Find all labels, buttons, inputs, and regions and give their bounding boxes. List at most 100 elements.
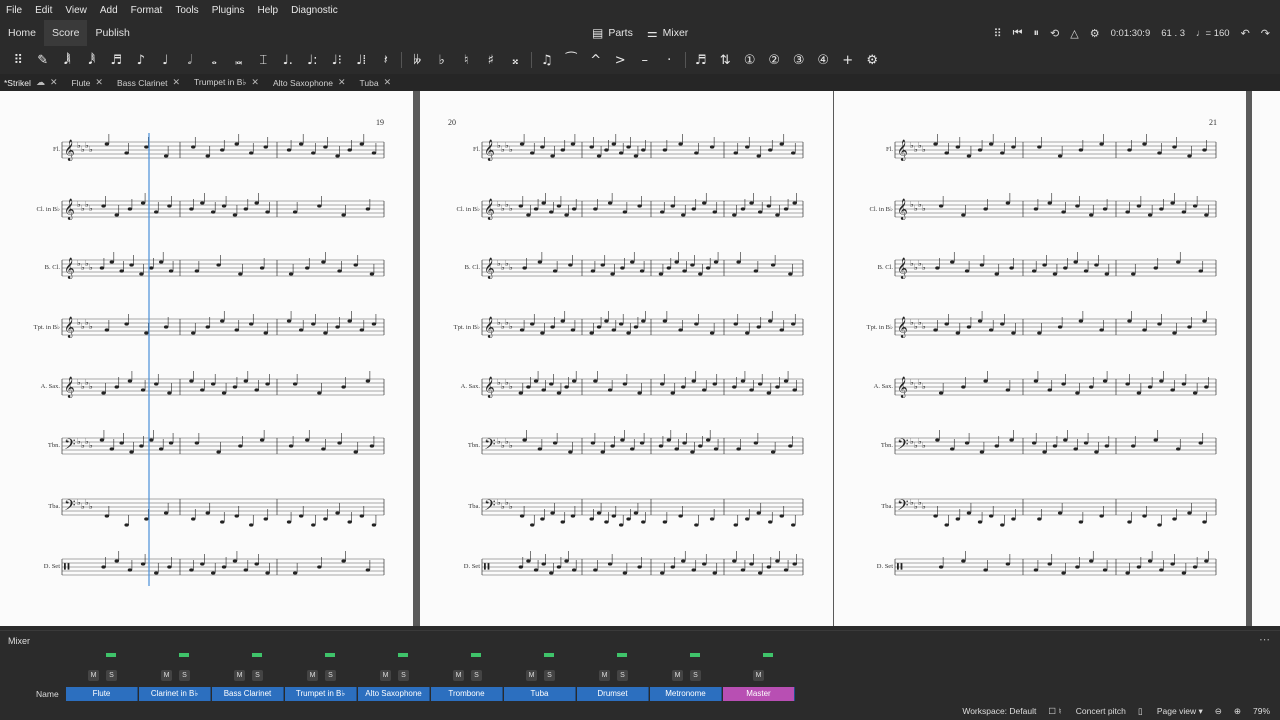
mute-button[interactable]: M xyxy=(380,670,391,681)
tuplet-icon[interactable]: ♬ xyxy=(689,53,714,68)
mute-button[interactable]: M xyxy=(453,670,464,681)
solo-button[interactable]: S xyxy=(398,670,409,681)
longa-icon[interactable]: ⌶ xyxy=(251,53,276,68)
parts-button[interactable]: ▤ Parts xyxy=(592,26,633,40)
metronome-toggle-icon[interactable]: △ xyxy=(1070,27,1078,40)
mute-button[interactable]: M xyxy=(161,670,172,681)
menu-format[interactable]: Format xyxy=(131,5,163,16)
menu-add[interactable]: Add xyxy=(100,5,118,16)
menu-diagnostic[interactable]: Diagnostic xyxy=(291,5,338,16)
mute-button[interactable]: M xyxy=(234,670,245,681)
channel-name[interactable]: Trombone xyxy=(431,687,503,701)
customize-toolbar-icon[interactable]: ⚙ xyxy=(860,53,885,68)
accent-icon[interactable]: > xyxy=(608,53,633,68)
doc-tab-bass-clarinet[interactable]: Bass Clarinet ✕ xyxy=(117,77,180,88)
solo-button[interactable]: S xyxy=(544,670,555,681)
augmentation-dot-icon[interactable]: ♩. xyxy=(276,53,301,68)
solo-button[interactable]: S xyxy=(690,670,701,681)
menu-plugins[interactable]: Plugins xyxy=(212,5,245,16)
close-icon[interactable]: ✕ xyxy=(95,77,103,88)
sixteenth-note-icon[interactable]: ♬ xyxy=(104,53,129,68)
double-dot-icon[interactable]: ♩: xyxy=(300,53,325,68)
double-sharp-icon[interactable]: 𝄪 xyxy=(503,53,528,68)
mixer-button[interactable]: ⚌ Mixer xyxy=(647,26,688,40)
mute-button[interactable]: M xyxy=(88,670,99,681)
marcato-icon[interactable]: ^ xyxy=(584,53,609,68)
solo-button[interactable]: S xyxy=(471,670,482,681)
zoom-level[interactable]: 79% xyxy=(1253,706,1270,716)
channel-name[interactable]: Metronome xyxy=(650,687,722,701)
eighth-note-icon[interactable]: ♪ xyxy=(129,53,154,68)
channel-name[interactable]: Flute xyxy=(66,687,138,701)
solo-button[interactable]: S xyxy=(252,670,263,681)
close-icon[interactable]: ✕ xyxy=(50,77,58,88)
rest-icon[interactable]: 𝄽 xyxy=(374,53,399,68)
doc-tab-flute[interactable]: Flute ✕ xyxy=(71,77,102,88)
undo-icon[interactable]: ↶ xyxy=(1241,27,1250,40)
mute-button[interactable]: M xyxy=(599,670,610,681)
channel-name[interactable]: Tuba xyxy=(504,687,576,701)
score-canvas[interactable]: 19 𝄞 ♭ ♭ ♭ ♭ 𝄞 ♭ ♭ ♭ ♭ 𝄞 ♭ ♭ ♭ ♭ 𝄞 ♭ ♭ ♭ ♭ 𝄞 ♭ ♭ ♭ ♭ 𝄢 ♭ ♭ ♭ ♭ 𝄢 ♭ ♭ ♭ ♭ 𝄥 F… xyxy=(0,91,1280,626)
loop-icon[interactable]: ⟲ xyxy=(1050,27,1059,40)
voice-1-icon[interactable]: ① xyxy=(738,53,763,68)
doc-tab-alto-sax[interactable]: Alto Saxophone ✕ xyxy=(273,77,346,88)
flat-icon[interactable]: ♭ xyxy=(430,53,455,68)
doc-tab-trumpet[interactable]: Trumpet in B♭ ✕ xyxy=(194,77,259,88)
channel-name[interactable]: Master xyxy=(723,687,795,701)
thirty-second-note-icon[interactable]: 𝅘𝅥𝅱 xyxy=(80,53,105,68)
solo-button[interactable]: S xyxy=(617,670,628,681)
redo-icon[interactable]: ↷ xyxy=(1261,27,1270,40)
zoom-out-icon[interactable]: ⊖ xyxy=(1215,706,1222,717)
channel-name[interactable]: Drumset xyxy=(577,687,649,701)
zoom-in-icon[interactable]: ⊕ xyxy=(1234,706,1241,717)
concert-pitch-toggle[interactable]: ☐ ♮ Concert pitch xyxy=(1048,706,1125,717)
score-page[interactable]: 21 𝄞 ♭ ♭ ♭ ♭ 𝄞 ♭ ♭ ♭ ♭ 𝄞 ♭ ♭ ♭ ♭ 𝄞 ♭ ♭ ♭ ♭ 𝄞 ♭ ♭ ♭ ♭ 𝄢 ♭ ♭ ♭ ♭ 𝄢 ♭ ♭ ♭ ♭ 𝄥 F… xyxy=(834,91,1246,626)
channel-name[interactable]: Trumpet in B♭ xyxy=(285,687,357,701)
tab-score[interactable]: Score xyxy=(44,20,88,46)
rewind-icon[interactable]: ⏮ xyxy=(1013,27,1023,40)
tie-icon[interactable]: ♫ xyxy=(535,53,560,68)
doc-tab-score[interactable]: *Strikel ☁ ✕ xyxy=(4,77,57,88)
channel-name[interactable]: Clarinet in B♭ xyxy=(139,687,211,701)
score-page[interactable]: 19 𝄞 ♭ ♭ ♭ ♭ 𝄞 ♭ ♭ ♭ ♭ 𝄞 ♭ ♭ ♭ ♭ 𝄞 ♭ ♭ ♭ ♭ 𝄞 ♭ ♭ ♭ ♭ 𝄢 ♭ ♭ ♭ ♭ 𝄢 ♭ ♭ ♭ ♭ 𝄥 F… xyxy=(0,91,413,626)
menu-tools[interactable]: Tools xyxy=(175,5,198,16)
double-flat-icon[interactable]: 𝄫 xyxy=(405,53,430,68)
close-icon[interactable]: ✕ xyxy=(251,77,259,88)
playback-settings-icon[interactable]: ⚙ xyxy=(1090,27,1100,40)
natural-icon[interactable]: ♮ xyxy=(454,53,479,68)
add-icon[interactable]: + xyxy=(836,53,861,68)
mute-button[interactable]: M xyxy=(526,670,537,681)
sixty-fourth-note-icon[interactable]: 𝅘𝅥𝅲 xyxy=(55,53,80,68)
flip-direction-icon[interactable]: ⇅ xyxy=(713,53,738,68)
quarter-note-icon[interactable]: ♩ xyxy=(153,53,178,68)
breve-icon[interactable]: 𝅜 xyxy=(227,53,252,68)
staccato-icon[interactable]: · xyxy=(657,53,682,68)
quadruple-dot-icon[interactable]: ♩⁞ xyxy=(349,53,374,68)
sharp-icon[interactable]: ♯ xyxy=(479,53,504,68)
tenuto-icon[interactable]: – xyxy=(633,53,658,68)
page-view-selector[interactable]: ▯ Page view ▾ xyxy=(1138,706,1203,717)
tab-home[interactable]: Home xyxy=(0,20,44,46)
voice-3-icon[interactable]: ③ xyxy=(787,53,812,68)
play-pause-icon[interactable]: ⏸ xyxy=(1034,27,1040,40)
mute-button[interactable]: M xyxy=(307,670,318,681)
channel-name[interactable]: Bass Clarinet xyxy=(212,687,284,701)
doc-tab-tuba[interactable]: Tuba ✕ xyxy=(360,77,392,88)
voice-4-icon[interactable]: ④ xyxy=(811,53,836,68)
more-options-icon[interactable]: ⋯ xyxy=(1259,633,1270,646)
menu-edit[interactable]: Edit xyxy=(35,5,52,16)
menu-help[interactable]: Help xyxy=(258,5,279,16)
score-page[interactable]: 20 𝄞 ♭ ♭ ♭ ♭ 𝄞 ♭ ♭ ♭ ♭ 𝄞 ♭ ♭ ♭ ♭ 𝄞 ♭ ♭ ♭ ♭ 𝄞 ♭ ♭ ♭ ♭ 𝄢 ♭ ♭ ♭ ♭ 𝄢 ♭ ♭ ♭ ♭ 𝄥 F… xyxy=(420,91,833,626)
menu-view[interactable]: View xyxy=(65,5,87,16)
mute-button[interactable]: M xyxy=(753,670,764,681)
half-note-icon[interactable]: 𝅗𝅥 xyxy=(178,53,203,68)
triple-dot-icon[interactable]: ♩⁝ xyxy=(325,53,350,68)
solo-button[interactable]: S xyxy=(106,670,117,681)
close-icon[interactable]: ✕ xyxy=(384,77,392,88)
slur-icon[interactable]: ⁀ xyxy=(559,53,584,68)
menu-file[interactable]: File xyxy=(6,5,22,16)
voice-2-icon[interactable]: ② xyxy=(762,53,787,68)
channel-name[interactable]: Alto Saxophone xyxy=(358,687,430,701)
whole-note-icon[interactable]: 𝅝 xyxy=(202,53,227,68)
solo-button[interactable]: S xyxy=(325,670,336,681)
